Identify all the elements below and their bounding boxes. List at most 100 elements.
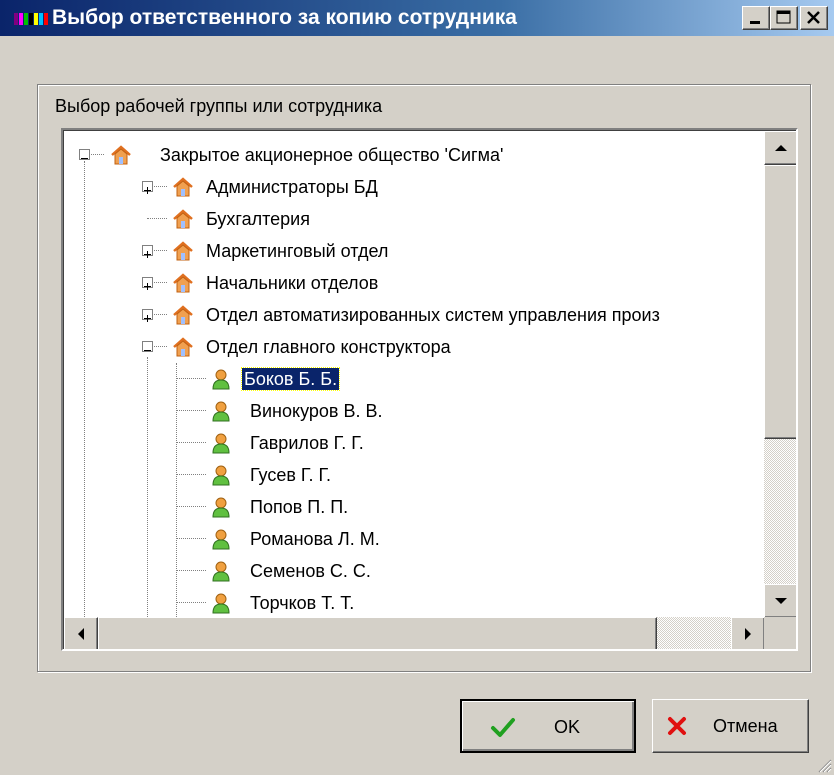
minimize-icon [750,21,760,24]
tree-node-label: Начальники отделов [206,273,379,293]
tree-node-label: Романова Л. М. [250,529,380,549]
ok-label: OK [554,717,581,737]
scrollbar-corner [764,617,796,649]
tree-line [176,538,206,539]
tree-node-employee[interactable]: Семенов С. С. [64,555,796,587]
tree-node-label: Гаврилов Г. Г. [250,433,364,453]
tree-content: Закрытое акционерное общество 'Сигма' Ад… [63,130,796,649]
cancel-label: Отмена [713,716,778,736]
tree-line [176,602,206,603]
close-icon [807,11,820,24]
tree-line [176,442,206,443]
expand-toggle[interactable] [142,309,153,322]
person-icon [212,529,230,550]
tree-line [91,154,104,155]
tree-line [154,186,167,187]
resize-grip-icon[interactable] [816,757,832,773]
scroll-thumb[interactable] [764,165,796,439]
person-icon [212,497,230,518]
maximize-button[interactable] [770,6,798,30]
arrow-up-icon [775,145,787,151]
tree-node-label: Отдел главного конструктора [206,337,451,357]
tree-node-group[interactable]: Отдел автоматизированных систем управлен… [64,299,796,331]
person-icon [212,465,230,486]
person-icon [212,561,230,582]
close-button[interactable] [800,6,828,30]
tree-view[interactable]: Закрытое акционерное общество 'Сигма' Ад… [61,128,798,651]
person-icon [212,593,230,614]
tree-node-group[interactable]: Администраторы БД [64,171,796,203]
tree-node-label: Попов П. П. [250,497,349,517]
scroll-thumb-horizontal[interactable] [98,617,657,649]
tree-node-employee[interactable]: Винокуров В. В. [64,395,796,427]
collapse-toggle[interactable] [142,341,153,352]
house-icon [173,241,193,261]
tree-node-employee[interactable]: Торчков Т. Т. [64,587,796,619]
tree-line [154,346,167,347]
plus-icon [144,315,151,322]
tree-line [176,410,206,411]
house-icon [173,209,193,229]
tree-line [147,218,167,219]
checkmark-icon [491,718,515,737]
app-icon [14,13,48,25]
ok-button[interactable]: OK [460,699,636,753]
tree-node-group[interactable]: Бухгалтерия [64,203,796,235]
tree-node-label: Семенов С. С. [250,561,371,581]
tree-line [176,570,206,571]
tree-node-label: Торчков Т. Т. [250,593,355,613]
house-icon [111,145,131,165]
tree-line [154,282,167,283]
collapse-toggle[interactable] [79,149,90,160]
tree-node-employee[interactable]: Попов П. П. [64,491,796,523]
tree-node-label: Отдел автоматизированных систем управлен… [206,305,660,325]
tree-node-group[interactable]: Начальники отделов [64,267,796,299]
tree-line [176,506,206,507]
tree-node-label: Бухгалтерия [206,209,310,229]
plus-icon [144,187,151,194]
minimize-button[interactable] [742,6,770,30]
scroll-up-button[interactable] [764,131,796,165]
tree-node-label: Винокуров В. В. [250,401,383,421]
tree-node-employee[interactable]: Боков Б. Б. [64,363,796,395]
person-icon [212,369,230,390]
house-icon [173,273,193,293]
cross-icon [668,717,686,735]
tree-line [176,378,206,379]
scroll-down-button[interactable] [764,584,796,618]
plus-icon [144,251,151,258]
plus-icon [144,283,151,290]
tree-line [154,314,167,315]
expand-toggle[interactable] [142,181,153,194]
arrow-right-icon [745,628,751,640]
tree-node-employee[interactable]: Романова Л. М. [64,523,796,555]
vertical-scrollbar[interactable] [764,131,796,618]
house-icon [173,177,193,197]
tree-node-group[interactable]: Отдел главного конструктора [64,331,796,363]
expand-toggle[interactable] [142,277,153,290]
tree-node-root[interactable]: Закрытое акционерное общество 'Сигма' [64,139,796,171]
scroll-left-button[interactable] [64,617,98,649]
tree-node-employee[interactable]: Гаврилов Г. Г. [64,427,796,459]
minus-icon [81,158,88,159]
horizontal-scrollbar[interactable] [64,617,765,649]
tree-node-label: Маркетинговый отдел [206,241,389,261]
expand-toggle[interactable] [142,245,153,258]
house-icon [173,337,193,357]
group-label: Выбор рабочей группы или сотрудника [55,96,383,116]
tree-line [176,474,206,475]
tree-node-employee[interactable]: Гусев Г. Г. [64,459,796,491]
house-icon [173,305,193,325]
title-bar[interactable]: Выбор ответственного за копию сотрудника [0,0,834,36]
tree-node-group[interactable]: Маркетинговый отдел [64,235,796,267]
person-icon [212,401,230,422]
scroll-right-button[interactable] [731,617,765,649]
tree-node-label: Боков Б. Б. [240,367,341,391]
tree-node-label: Администраторы БД [206,177,378,197]
maximize-icon [776,10,791,24]
tree-node-label: Гусев Г. Г. [250,465,332,485]
cancel-button[interactable]: Отмена [652,699,809,753]
person-icon [212,433,230,454]
tree-line [154,250,167,251]
tree-node-label: Закрытое акционерное общество 'Сигма' [160,145,504,165]
